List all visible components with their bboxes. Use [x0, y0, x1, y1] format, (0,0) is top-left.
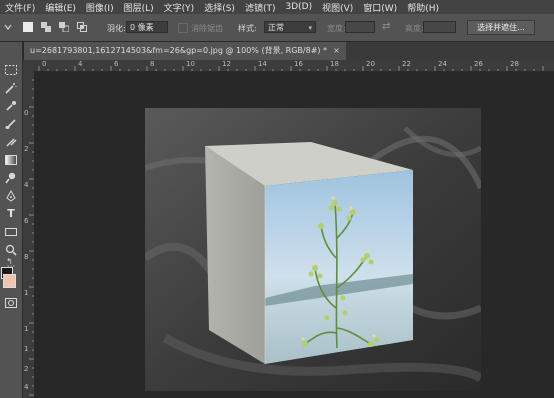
new-selection-icon[interactable]: [23, 22, 33, 32]
ruler-tick-label: 0: [24, 109, 29, 117]
menu-window[interactable]: 窗口(W): [358, 1, 402, 14]
ruler-tick-label: 1: [24, 345, 29, 353]
ruler-tick-label: 6: [114, 60, 119, 68]
gradient-icon[interactable]: [3, 152, 19, 167]
ruler-tick-label: 8: [150, 60, 155, 68]
menu-filter[interactable]: 滤镜(T): [240, 1, 281, 14]
pen-icon[interactable]: [3, 188, 19, 203]
brush-icon[interactable]: [3, 116, 19, 131]
select-and-mask-button[interactable]: 选择并遮住...: [467, 20, 535, 35]
quick-mask-icon[interactable]: [3, 295, 19, 310]
ruler-tick-label: 2: [24, 365, 29, 373]
feather-label: 羽化:: [107, 24, 126, 33]
ruler-tick-label: 1: [24, 289, 29, 297]
menu-view[interactable]: 视图(V): [317, 1, 358, 14]
antialias-checkbox[interactable]: [178, 23, 188, 33]
dodge-icon[interactable]: [3, 170, 19, 185]
tools-panel: T ··· ↰: [0, 42, 23, 398]
menu-help[interactable]: 帮助(H): [402, 1, 444, 14]
ruler-tick-label: 4: [24, 181, 29, 189]
ruler-tick-label: 26: [474, 60, 483, 68]
options-bar: 羽化: 0 像素 消除锯齿 样式: 正常 ▾ 宽度: ⇄ 高度: 选择并遮住..…: [0, 14, 554, 42]
add-selection-icon[interactable]: [41, 22, 51, 32]
ruler-tick-label: 22: [402, 60, 411, 68]
feather-field[interactable]: 0 像素: [126, 21, 168, 33]
magic-wand-icon[interactable]: [3, 80, 19, 95]
swap-colors-icon[interactable]: ↰: [6, 257, 13, 266]
ruler-tick-label: 4: [78, 60, 83, 68]
style-label: 样式:: [238, 24, 257, 33]
menu-image[interactable]: 图像(I): [81, 1, 119, 14]
type-icon[interactable]: T: [3, 206, 19, 221]
ruler-tick-label: 4: [24, 383, 29, 391]
ruler-tick-label: 8: [24, 253, 29, 261]
zoom-icon[interactable]: [3, 242, 19, 257]
height-field[interactable]: [423, 21, 456, 33]
height-label: 高度:: [405, 24, 424, 33]
ruler-tick-label: 16: [294, 60, 303, 68]
ruler-tick-label: 28: [510, 60, 519, 68]
menu-3d[interactable]: 3D(D): [280, 2, 317, 12]
style-select[interactable]: 正常 ▾: [264, 21, 316, 33]
chevron-down-icon: ▾: [308, 24, 312, 32]
ruler-tick-label: 10: [186, 60, 195, 68]
eyedropper-icon[interactable]: [3, 98, 19, 113]
width-field[interactable]: [345, 21, 375, 33]
ruler-tick-label: 0: [42, 60, 47, 68]
ruler-corner: [23, 60, 34, 71]
menu-edit[interactable]: 编辑(E): [40, 1, 81, 14]
document-tab[interactable]: u=2681793801,1612714503&fm=26&gp=0.jpg @…: [24, 42, 346, 60]
document-image[interactable]: [142, 108, 484, 391]
ruler-tick-label: 2: [24, 145, 29, 153]
marquee-icon[interactable]: [3, 62, 19, 77]
ruler-tick-label: 12: [222, 60, 231, 68]
menu-file[interactable]: 文件(F): [0, 1, 40, 14]
menu-type[interactable]: 文字(Y): [159, 1, 200, 14]
close-icon[interactable]: ×: [333, 46, 340, 55]
ruler-tick-label: 20: [366, 60, 375, 68]
ruler-top: 0 4 6 8 10 12 14 16 18 20 22 24 26 28: [34, 60, 554, 72]
subtract-selection-icon[interactable]: [59, 22, 70, 33]
rectangle-icon[interactable]: [3, 224, 19, 239]
document-tab-title: u=2681793801,1612714503&fm=26&gp=0.jpg @…: [30, 46, 328, 55]
ruler-tick-label: 6: [24, 217, 29, 225]
clone-stamp-icon[interactable]: [3, 134, 19, 149]
document-tab-bar: u=2681793801,1612714503&fm=26&gp=0.jpg @…: [24, 42, 554, 60]
menu-select[interactable]: 选择(S): [199, 1, 240, 14]
style-select-value: 正常: [268, 23, 284, 32]
menu-layer[interactable]: 图层(L): [119, 1, 159, 14]
width-label: 宽度:: [327, 24, 346, 33]
menu-bar: 文件(F) 编辑(E) 图像(I) 图层(L) 文字(Y) 选择(S) 滤镜(T…: [0, 0, 554, 14]
background-color-swatch[interactable]: [3, 274, 16, 288]
antialias-label: 消除锯齿: [191, 24, 223, 33]
ruler-tick-label: 1: [24, 325, 29, 333]
swap-icon[interactable]: ⇄: [382, 21, 390, 32]
ruler-tick-label: 14: [258, 60, 267, 68]
ruler-tick-label: 18: [330, 60, 339, 68]
intersect-selection-icon[interactable]: [77, 22, 87, 32]
chevron-down-icon[interactable]: [4, 22, 12, 34]
ruler-tick-label: 24: [438, 60, 447, 68]
